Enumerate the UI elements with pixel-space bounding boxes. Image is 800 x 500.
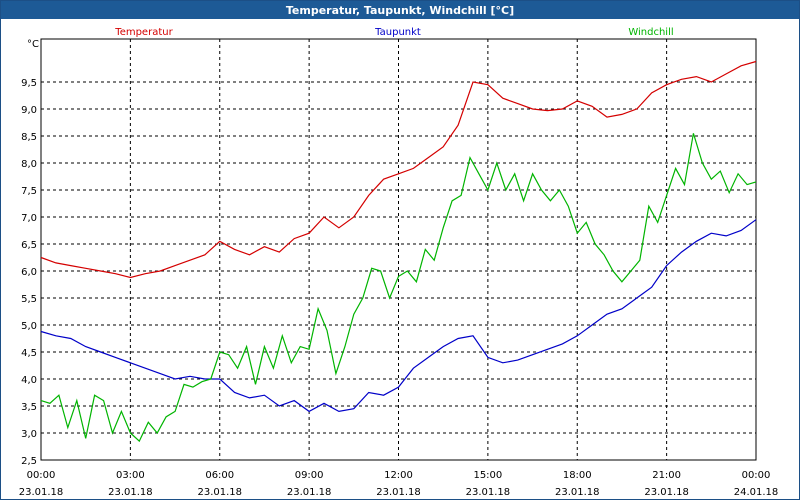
x-tick-date: 23.01.18 (108, 487, 153, 498)
x-tick-date: 23.01.18 (644, 487, 689, 498)
y-tick-label: 8,5 (21, 132, 37, 143)
y-tick-label: 2,5 (21, 456, 37, 467)
x-tick-date: 23.01.18 (555, 487, 600, 498)
y-unit-label: °C (27, 39, 39, 50)
x-tick-time: 00:00 (27, 470, 56, 481)
y-tick-label: 6,0 (21, 267, 37, 278)
y-tick-label: 6,5 (21, 240, 37, 251)
y-tick-label: 9,0 (21, 105, 37, 116)
x-tick-date: 23.01.18 (376, 487, 421, 498)
x-tick-date: 23.01.18 (287, 487, 332, 498)
x-tick-time: 12:00 (384, 470, 413, 481)
x-tick-date: 23.01.18 (19, 487, 64, 498)
chart-window: Temperatur, Taupunkt, Windchill [°C] 2,5… (0, 0, 800, 500)
y-tick-label: 7,0 (21, 213, 37, 224)
y-tick-label: 7,5 (21, 186, 37, 197)
x-tick-time: 18:00 (563, 470, 592, 481)
y-tick-label: 4,0 (21, 375, 37, 386)
x-tick-time: 15:00 (473, 470, 502, 481)
x-tick-date: 24.01.18 (734, 487, 779, 498)
x-tick-time: 06:00 (205, 470, 234, 481)
x-tick-time: 21:00 (652, 470, 681, 481)
legend-windchill: Windchill (628, 27, 673, 38)
x-tick-date: 23.01.18 (466, 487, 511, 498)
x-tick-time: 00:00 (742, 470, 771, 481)
line-chart: 2,5 3,0 3,5 4,0 4,5 5,0 5,5 6,0 6,5 7,0 7,5 8,0 8,5 9… (19, 27, 779, 498)
x-tick-time: 03:00 (116, 470, 145, 481)
y-tick-label: 3,0 (21, 429, 37, 440)
y-tick-label: 5,0 (21, 321, 37, 332)
legend-temperatur: Temperatur (114, 27, 173, 38)
y-tick-label: 9,5 (21, 78, 37, 89)
y-tick-label: 8,0 (21, 159, 37, 170)
y-tick-label: 3,5 (21, 402, 37, 413)
y-tick-label: 4,5 (21, 348, 37, 359)
window-title: Temperatur, Taupunkt, Windchill [°C] (1, 1, 799, 19)
x-tick-date: 23.01.18 (197, 487, 242, 498)
x-tick-time: 09:00 (295, 470, 324, 481)
legend-taupunkt: Taupunkt (374, 27, 421, 38)
y-tick-label: 5,5 (21, 294, 37, 305)
